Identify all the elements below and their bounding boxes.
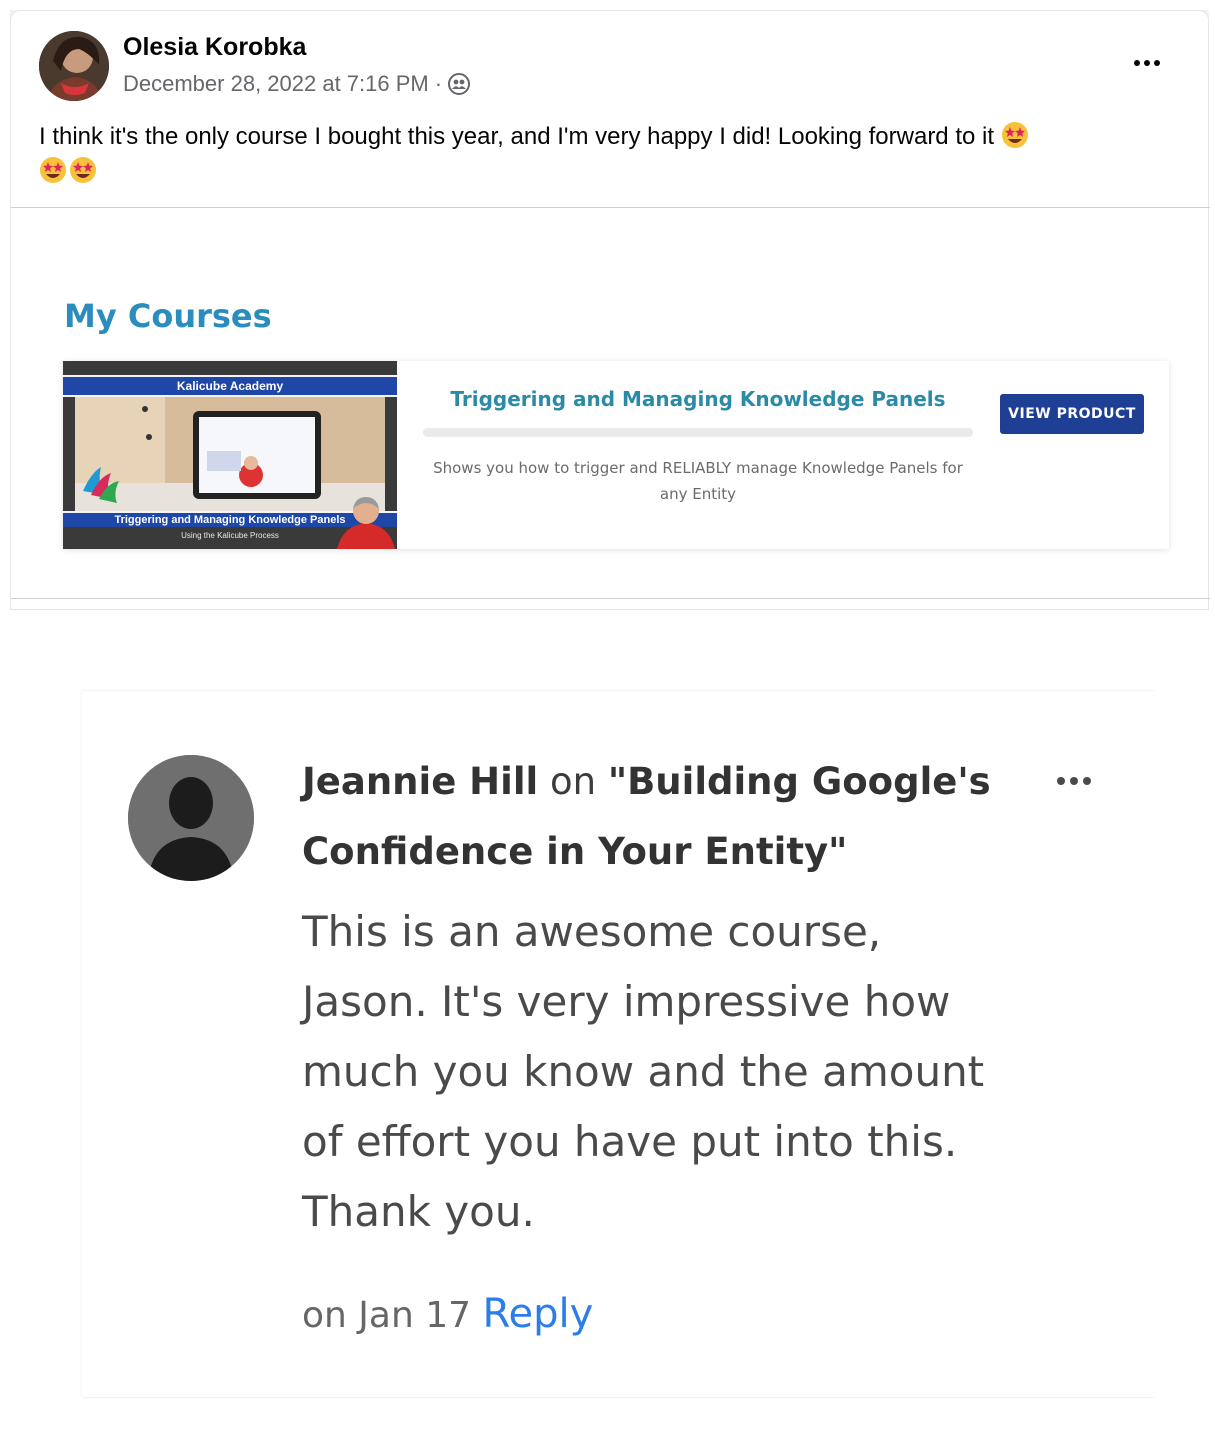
star-struck-emoji [40, 157, 66, 183]
course-card: Kalicube Academy Triggering and Managing… [63, 361, 1169, 549]
course-title[interactable]: Triggering and Managing Knowledge Panels [423, 387, 973, 411]
meta-separator: · [434, 71, 443, 96]
comment-on-word: on [549, 760, 597, 803]
post-divider [11, 207, 1210, 208]
star-struck-emoji [1001, 122, 1028, 148]
post-author[interactable]: Olesia Korobka [123, 33, 306, 62]
facebook-post: Olesia Korobka December 28, 2022 at 7:16… [10, 10, 1210, 610]
commenter-name[interactable]: Jeannie Hill [302, 760, 538, 803]
course-comment: Jeannie Hill on "Building Google's Confi… [82, 690, 1154, 1397]
post-message: I think it's the only course I bought th… [39, 123, 995, 150]
comment-date: on Jan 17 [302, 1295, 472, 1336]
presenter-photo [337, 497, 395, 549]
my-courses-heading: My Courses [64, 297, 272, 335]
post-timestamp[interactable]: December 28, 2022 at 7:16 PM [123, 71, 429, 97]
more-options-icon[interactable] [1130, 53, 1164, 73]
default-user-icon [128, 755, 254, 881]
post-meta: December 28, 2022 at 7:16 PM · [123, 71, 471, 97]
post-bottom-divider [11, 598, 1210, 599]
star-struck-emoji [70, 157, 96, 183]
comment-header: Jeannie Hill on "Building Google's Confi… [302, 747, 1002, 887]
friends-icon[interactable] [448, 73, 471, 95]
comment-footer: on Jan 17 Reply [302, 1291, 593, 1337]
course-progress-bar [423, 428, 973, 437]
view-product-button[interactable]: VIEW PRODUCT [1000, 394, 1144, 434]
author-avatar[interactable] [39, 31, 109, 101]
more-options-icon[interactable] [1054, 771, 1094, 791]
commenter-avatar[interactable] [128, 755, 254, 881]
course-thumbnail[interactable]: Kalicube Academy Triggering and Managing… [63, 361, 397, 549]
post-text: I think it's the only course I bought th… [39, 119, 1179, 189]
comment-body: This is an awesome course, Jason. It's v… [302, 907, 985, 1236]
thumbnail-top-banner: Kalicube Academy [63, 375, 397, 397]
course-description: Shows you how to trigger and RELIABLY ma… [433, 459, 963, 503]
post-card: Olesia Korobka December 28, 2022 at 7:16… [10, 10, 1210, 610]
reply-link[interactable]: Reply [482, 1291, 593, 1337]
